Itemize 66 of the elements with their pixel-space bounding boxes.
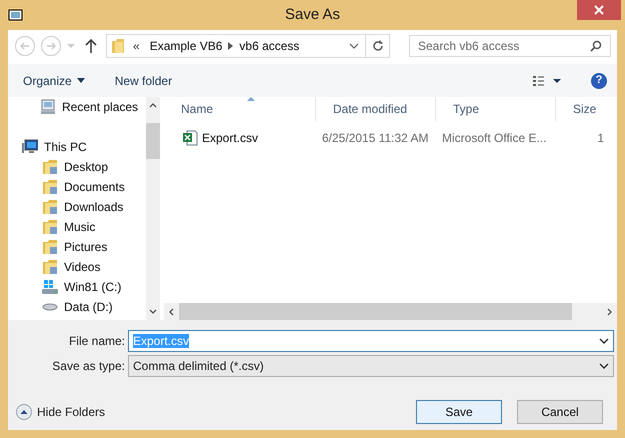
search-icon (590, 40, 602, 52)
table-cell-text: 1 (596, 130, 605, 147)
up-arrow-icon[interactable] (84, 38, 98, 54)
dropdown-caret-icon[interactable] (599, 363, 609, 369)
folder-icon (42, 219, 58, 235)
nav-item[interactable]: Recent places (62, 98, 138, 116)
column-header[interactable]: Date modified (316, 97, 436, 121)
close-icon (594, 5, 604, 15)
scrollbar-thumb[interactable] (146, 123, 160, 159)
new-folder-button[interactable]: New folder (114, 72, 172, 90)
refresh-icon (372, 40, 384, 52)
help-button[interactable]: ? (591, 72, 607, 88)
column-header[interactable]: Name (164, 97, 316, 121)
save-as-type-dropdown[interactable]: Comma delimited (*.csv) (128, 355, 614, 377)
address-bar[interactable]: « Example VB6 vb6 access (106, 34, 390, 58)
window-title: Save As (284, 4, 342, 25)
table-cell-text: 6/25/2015 11:32 AM (321, 130, 430, 147)
nav-item[interactable]: This PC (44, 138, 87, 156)
save-button[interactable]: Save (416, 400, 502, 424)
column-header[interactable]: Type (436, 97, 556, 121)
cancel-button[interactable]: Cancel (517, 400, 603, 424)
window-icon (8, 8, 24, 22)
view-options-icon[interactable] (533, 76, 561, 86)
scrollbar[interactable] (146, 97, 160, 320)
nav-item[interactable]: Pictures (64, 238, 108, 256)
nav-item[interactable]: Videos (64, 258, 100, 276)
drive-icon (42, 279, 58, 295)
file-name-label: File name: (68, 333, 126, 350)
computer-icon (22, 139, 38, 155)
close-button[interactable] (577, 0, 621, 20)
scroll-up-icon[interactable] (149, 103, 157, 108)
folder-icon (42, 159, 58, 175)
folder-icon (42, 199, 58, 215)
hide-folders-button[interactable]: Hide Folders (16, 403, 106, 421)
breadcrumb[interactable]: vb6 access (239, 37, 300, 55)
nav-item[interactable]: Data (D:) (64, 298, 113, 316)
recent-places-icon (40, 99, 56, 115)
caret-icon (76, 78, 85, 83)
dropdown-caret-icon[interactable] (599, 338, 609, 344)
nav-item[interactable]: Music (64, 218, 96, 236)
chevron-icon[interactable] (228, 42, 234, 50)
dropdown-caret-icon[interactable] (349, 43, 359, 49)
column-header[interactable]: Size (556, 97, 606, 121)
scroll-left-icon[interactable] (169, 308, 174, 316)
nav-item[interactable]: Documents (64, 178, 125, 196)
table-cell-text: Microsoft Office E... (441, 130, 548, 147)
scroll-down-icon[interactable] (149, 309, 157, 314)
organize-button[interactable]: Organize (23, 72, 85, 90)
file-row[interactable]: Export.csv 6/25/2015 11:32 AM Microsoft Office E... 1 (164, 127, 617, 149)
overflow-chevron[interactable]: « (133, 37, 140, 55)
breadcrumb[interactable]: Example VB6 (150, 37, 222, 55)
nav-item[interactable]: Win81 (C:) (64, 278, 122, 296)
drive-icon (42, 303, 58, 311)
nav-item[interactable]: Downloads (64, 198, 124, 216)
folder-icon (42, 239, 58, 255)
sort-arrow-icon (247, 97, 255, 101)
file-name[interactable]: Export.csv (202, 129, 258, 147)
scroll-right-icon[interactable] (607, 308, 612, 316)
folder-icon (111, 38, 125, 54)
folder-icon (42, 179, 58, 195)
spreadsheet-file-icon (182, 130, 198, 146)
nav-item[interactable]: Desktop (64, 158, 108, 176)
collapse-icon (16, 404, 32, 420)
save-as-type-label: Save as type: (51, 358, 126, 375)
search-field[interactable]: Search vb6 access (409, 35, 611, 57)
folder-icon (42, 259, 58, 275)
